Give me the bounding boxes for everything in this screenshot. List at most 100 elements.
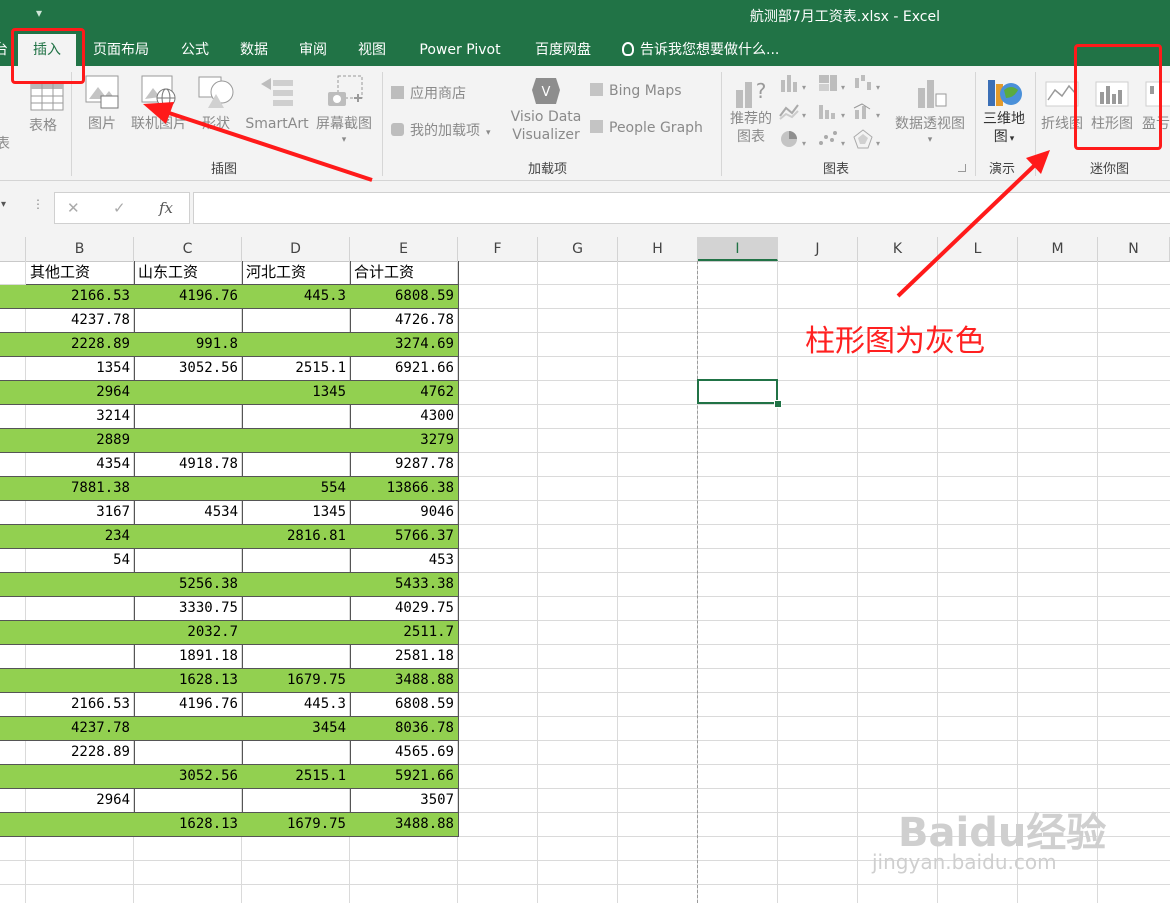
- table-cell[interactable]: 5921.66: [350, 765, 459, 789]
- table-cell[interactable]: 2166.53: [26, 693, 135, 717]
- table-cell[interactable]: 4196.76: [134, 693, 243, 717]
- table-cell[interactable]: [242, 573, 351, 597]
- table-cell[interactable]: [242, 549, 351, 573]
- table-cell[interactable]: 445.3: [242, 693, 351, 717]
- bing-maps-button[interactable]: Bing Maps: [590, 83, 682, 99]
- table-cell[interactable]: 4726.78: [350, 309, 459, 333]
- column-a-cell[interactable]: [0, 525, 26, 549]
- people-graph-button[interactable]: People Graph: [590, 120, 703, 136]
- table-cell[interactable]: 2964: [26, 381, 135, 405]
- table-cell[interactable]: 3507: [350, 789, 459, 813]
- column-a-cell[interactable]: [0, 501, 26, 525]
- charts-dialog-launcher-icon[interactable]: [958, 164, 966, 172]
- tab-view[interactable]: 视图: [347, 34, 397, 66]
- table-cell[interactable]: 2581.18: [350, 645, 459, 669]
- table-cell[interactable]: [26, 621, 135, 645]
- my-addins-button[interactable]: 我的加载项 ▾: [391, 120, 491, 140]
- table-cell[interactable]: 6921.66: [350, 357, 459, 381]
- table-cell[interactable]: 991.8: [134, 333, 243, 357]
- table-cell[interactable]: 3488.88: [350, 669, 459, 693]
- table-cell[interactable]: 4237.78: [26, 717, 135, 741]
- table-cell[interactable]: [134, 381, 243, 405]
- table-cell[interactable]: [134, 309, 243, 333]
- column-a-cell[interactable]: [0, 333, 26, 357]
- table-cell[interactable]: 4354: [26, 453, 135, 477]
- header-cell[interactable]: 河北工资: [242, 261, 351, 285]
- column-header-g[interactable]: G: [538, 237, 618, 261]
- column-a-cell[interactable]: [0, 381, 26, 405]
- table-cell[interactable]: 3052.56: [134, 357, 243, 381]
- table-cell[interactable]: [134, 741, 243, 765]
- 3d-map-button[interactable]: 三维地 图 ▾: [978, 74, 1030, 148]
- name-box-dropdown-icon[interactable]: ▾: [1, 199, 6, 210]
- table-cell[interactable]: 8036.78: [350, 717, 459, 741]
- column-a-cell[interactable]: [0, 477, 26, 501]
- column-a-cell[interactable]: [0, 621, 26, 645]
- column-header-m[interactable]: M: [1018, 237, 1098, 261]
- tab-page-layout[interactable]: 页面布局: [84, 34, 158, 66]
- table-cell[interactable]: [134, 525, 243, 549]
- radar-chart-icon[interactable]: ▾: [852, 128, 882, 150]
- table-cell[interactable]: [134, 429, 243, 453]
- formula-input[interactable]: [193, 192, 1170, 224]
- column-a-cell[interactable]: [0, 789, 26, 813]
- visio-data-visualizer-button[interactable]: V Visio Data Visualizer: [506, 74, 586, 144]
- column-header-d[interactable]: D: [242, 237, 350, 261]
- active-cell-selection[interactable]: [697, 379, 778, 404]
- column-a-cell[interactable]: [0, 813, 26, 837]
- column-a-cell[interactable]: [0, 741, 26, 765]
- table-cell[interactable]: [26, 669, 135, 693]
- table-cell[interactable]: 4918.78: [134, 453, 243, 477]
- tab-baidu-netdisk[interactable]: 百度网盘: [526, 34, 600, 66]
- table-cell[interactable]: [134, 717, 243, 741]
- table-cell[interactable]: 2515.1: [242, 765, 351, 789]
- table-cell[interactable]: [242, 621, 351, 645]
- table-cell[interactable]: 9287.78: [350, 453, 459, 477]
- tab-power-pivot[interactable]: Power Pivot: [410, 34, 510, 66]
- line-chart-icon[interactable]: ▾: [778, 100, 808, 122]
- column-chart-icon[interactable]: ▾: [778, 72, 806, 94]
- tab-formulas[interactable]: 公式: [170, 34, 220, 66]
- table-cell[interactable]: 1628.13: [134, 669, 243, 693]
- table-cell[interactable]: 1628.13: [134, 813, 243, 837]
- table-cell[interactable]: [26, 645, 135, 669]
- table-cell[interactable]: 1891.18: [134, 645, 243, 669]
- online-picture-button[interactable]: 联机图片: [127, 74, 191, 133]
- table-cell[interactable]: [242, 597, 351, 621]
- table-cell[interactable]: [134, 405, 243, 429]
- recommended-charts-button[interactable]: ? 推荐的 图表: [726, 74, 776, 146]
- enter-icon[interactable]: ✓: [113, 199, 126, 217]
- table-cell[interactable]: [242, 429, 351, 453]
- table-cell[interactable]: 445.3: [242, 285, 351, 309]
- table-cell[interactable]: [242, 645, 351, 669]
- header-cell[interactable]: 合计工资: [350, 261, 459, 285]
- tab-data[interactable]: 数据: [229, 34, 279, 66]
- table-cell[interactable]: 1345: [242, 381, 351, 405]
- table-cell[interactable]: 4534: [134, 501, 243, 525]
- shapes-button[interactable]: 形状: [194, 74, 238, 133]
- table-cell[interactable]: 4565.69: [350, 741, 459, 765]
- table-cell[interactable]: 1679.75: [242, 669, 351, 693]
- hierarchy-chart-icon[interactable]: ▾: [816, 72, 846, 94]
- table-cell[interactable]: [26, 765, 135, 789]
- table-cell[interactable]: 1345: [242, 501, 351, 525]
- column-header-b[interactable]: B: [26, 237, 134, 261]
- table-cell[interactable]: 4196.76: [134, 285, 243, 309]
- column-header-h[interactable]: H: [618, 237, 698, 261]
- table-cell[interactable]: 3052.56: [134, 765, 243, 789]
- picture-button[interactable]: 图片: [82, 74, 122, 133]
- table-cell[interactable]: 453: [350, 549, 459, 573]
- table-cell[interactable]: 1354: [26, 357, 135, 381]
- column-header-l[interactable]: L: [938, 237, 1018, 261]
- table-cell[interactable]: 4762: [350, 381, 459, 405]
- column-a-cell[interactable]: [0, 717, 26, 741]
- table-cell[interactable]: 4237.78: [26, 309, 135, 333]
- table-cell[interactable]: 2515.1: [242, 357, 351, 381]
- column-a-cell[interactable]: [0, 573, 26, 597]
- column-header-e[interactable]: E: [350, 237, 458, 261]
- column-header-f[interactable]: F: [458, 237, 538, 261]
- table-cell[interactable]: 2228.89: [26, 741, 135, 765]
- table-cell[interactable]: [242, 405, 351, 429]
- table-cell[interactable]: 7881.38: [26, 477, 135, 501]
- table-cell[interactable]: 13866.38: [350, 477, 459, 501]
